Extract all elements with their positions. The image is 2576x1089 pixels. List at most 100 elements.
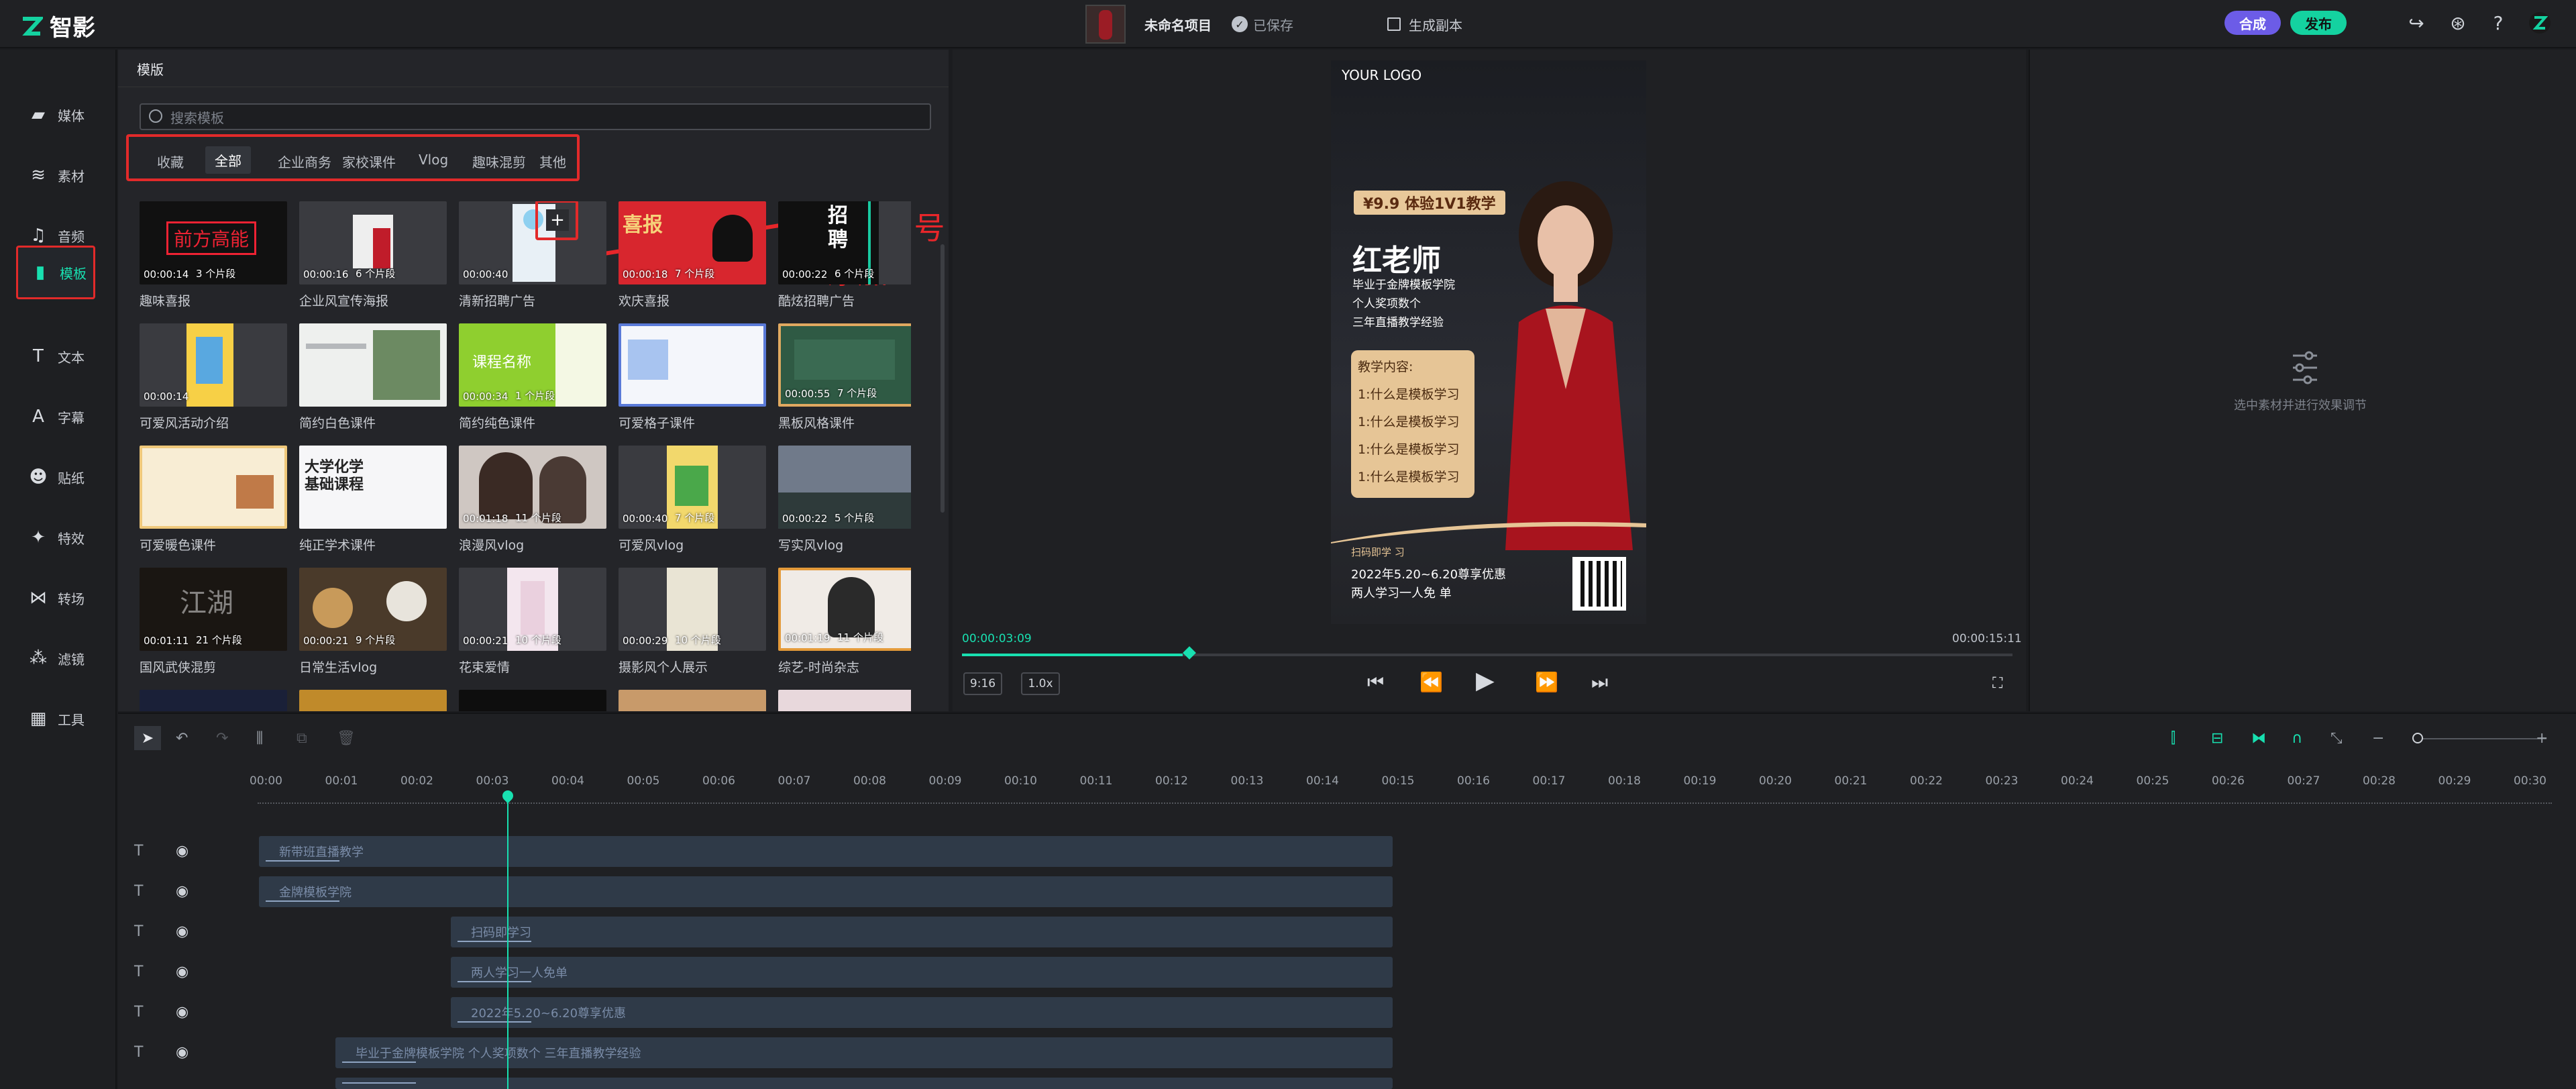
help-icon[interactable]: ? [2487,12,2509,34]
template-card[interactable]: 00:00:40 清新招聘广告 [459,201,606,309]
category-other[interactable]: 其他 [539,152,566,171]
sidebar-item-assets[interactable]: ≋ 素材 [16,152,97,199]
template-card[interactable] [619,690,766,711]
timeline-clip[interactable]: 两人学习一人免单 [451,957,1393,988]
redo-icon[interactable]: ↷ [216,730,228,747]
eye-icon[interactable]: ◉ [176,1004,189,1021]
template-card[interactable]: 简约白色课件 [299,323,447,431]
zoom-in-icon[interactable]: + [2536,730,2548,747]
category-fun-mix[interactable]: 趣味混剪 [472,152,526,171]
delete-icon[interactable]: 🗑 [337,730,356,747]
fullscreen-icon[interactable]: ⛶ [1992,675,2002,692]
category-vlog[interactable]: Vlog [419,152,448,168]
auto-align-icon[interactable]: ∩ [2292,730,2302,747]
eye-icon[interactable]: ◉ [176,1044,189,1061]
eye-icon[interactable]: ◉ [176,883,189,900]
template-card[interactable]: 00:00:22 5 个片段 写实风vlog [778,446,911,554]
template-thumbnail: 00:00:16 6 个片段 [299,201,447,284]
play-icon[interactable]: ▶ [1476,667,1495,694]
publish-button[interactable]: 发布 [2290,11,2347,35]
fit-icon[interactable]: ⤡ [2330,730,2343,747]
compose-button[interactable]: 合成 [2224,11,2281,35]
category-all[interactable]: 全部 [205,146,251,174]
template-card[interactable]: 可爱格子课件 [619,323,766,431]
template-card[interactable] [299,690,447,711]
undo-icon[interactable]: ↶ [176,730,188,747]
timeline-clip[interactable]: 新带班直播教学 [259,836,1393,867]
zoom-slider[interactable] [2412,733,2546,743]
tools-icon: ▦ [30,709,47,729]
zoom-handle[interactable] [2412,733,2423,743]
aspect-ratio-button[interactable]: 9:16 [963,672,1002,695]
app-logo[interactable]: 智影 [20,9,95,42]
eye-icon[interactable]: ◉ [176,843,189,860]
timeline-clip[interactable]: 金牌模板学院 [259,876,1393,907]
template-card[interactable]: 00:01:18 11 个片段 浪漫风vlog [459,446,606,554]
timeline-clip[interactable]: 扫码即学习 [451,917,1393,947]
settings-icon[interactable]: ⊛ [2447,12,2469,34]
template-card[interactable]: 可爱暖色课件 [140,446,287,554]
template-card[interactable]: 招聘 00:00:22 6 个片段 酷炫招聘广告 [778,201,911,309]
eye-icon[interactable]: ◉ [176,964,189,980]
copy-clip-icon[interactable]: ⧉ [297,730,307,747]
sidebar-item-template[interactable]: ▮ 模板 [16,246,95,299]
preview-canvas[interactable]: YOUR LOGO ¥9.9 体验1V1教学 红老师 毕业于金牌模板学院 个人奖… [1331,60,1646,624]
sidebar-item-tools[interactable]: ▦ 工具 [16,695,97,742]
template-card[interactable]: 00:00:40 7 个片段 可爱风vlog [619,446,766,554]
user-avatar[interactable] [2529,12,2551,34]
timeline-clip[interactable]: 2022年5.20~6.20尊享优惠 [451,997,1393,1028]
timeline-clip[interactable]: 毕业于金牌模板学院 个人奖项数个 三年直播教学经验 [335,1037,1393,1068]
template-card[interactable]: 00:00:16 6 个片段 企业风宣传海报 [299,201,447,309]
share-icon[interactable]: ↪ [2406,12,2427,34]
category-favorites[interactable]: 收藏 [157,152,184,171]
template-card[interactable]: 喜报 00:00:18 7 个片段 欢庆喜报 [619,201,766,309]
fast-forward-icon[interactable]: ⏩ [1535,671,1558,693]
zoom-out-icon[interactable]: − [2372,730,2384,747]
link-icon[interactable]: ⧓ [2251,730,2266,747]
template-card[interactable]: 大学化学 基础课程 纯正学术课件 [299,446,447,554]
sidebar-item-text[interactable]: T 文本 [16,333,97,380]
sidebar-item-filter[interactable]: ⁂ 滤镜 [16,635,97,682]
template-card[interactable]: 00:01:19 11 个片段 综艺-时尚杂志 [778,568,911,676]
template-card[interactable] [778,690,911,711]
add-template-button[interactable]: + [546,209,569,231]
category-courseware[interactable]: 家校课件 [342,152,396,171]
sidebar-item-transition[interactable]: ⋈ 转场 [16,574,97,621]
template-card[interactable] [459,690,606,711]
template-card[interactable]: 前方高能 00:00:14 3 个片段 趣味喜报 [140,201,287,309]
panel-scrollbar[interactable] [941,244,945,513]
template-card[interactable]: 00:00:21 10 个片段 花束爱情 [459,568,606,676]
rewind-icon[interactable]: ⏪ [1419,671,1443,693]
timeline-clip[interactable] [335,1078,1393,1089]
sidebar-item-sticker[interactable]: ☻ 贴纸 [16,454,97,501]
sidebar-item-effects[interactable]: ✦ 特效 [16,514,97,561]
template-card[interactable]: 江湖 00:01:11 21 个片段 国风武侠混剪 [140,568,287,676]
sidebar-item-media[interactable]: ▰ 媒体 [16,91,97,138]
template-card[interactable] [140,690,287,711]
category-business[interactable]: 企业商务 [278,152,331,171]
time-ruler[interactable]: 00:00 00:01 00:02 00:03 00:04 00:05 00:06 00:07… [250,769,2552,804]
project-name[interactable]: 未命名项目 [1144,15,1212,34]
template-card[interactable]: 00:00:21 9 个片段 日常生活vlog [299,568,447,676]
search-input[interactable]: 搜索模板 [140,103,931,130]
select-tool-icon[interactable]: ➤ [134,726,161,750]
eye-icon[interactable]: ◉ [176,923,189,940]
template-card[interactable]: 00:00:14 可爱风活动介绍 [140,323,287,431]
magnet-icon[interactable]: ⫿ [2171,730,2176,747]
generate-copy-button[interactable]: 生成副本 [1387,15,1462,34]
template-duration: 00:00:40 [623,513,668,525]
template-card[interactable]: 00:00:55 7 个片段 黑板风格课件 [778,323,911,431]
project-thumbnail[interactable] [1085,5,1126,44]
template-card[interactable]: 课程名称 00:00:34 1 个片段 简约纯色课件 [459,323,606,431]
speed-button[interactable]: 1.0x [1021,672,1060,695]
preview-progress-bar[interactable] [962,654,2012,656]
skip-start-icon[interactable]: ⏮ [1367,671,1384,694]
split-icon[interactable]: ⫼ [256,730,263,747]
template-card[interactable]: 00:00:29 10 个片段 摄影风个人展示 [619,568,766,676]
tab-templates[interactable]: 模版 [137,59,164,79]
sidebar-item-subtitle[interactable]: A 字幕 [16,393,97,440]
snap-icon[interactable]: ⊟ [2211,730,2223,747]
course-item: 1:什么是模板学习 [1358,442,1460,457]
skip-end-icon[interactable]: ⏭ [1591,671,1608,694]
timeline-playhead[interactable] [507,792,508,1089]
